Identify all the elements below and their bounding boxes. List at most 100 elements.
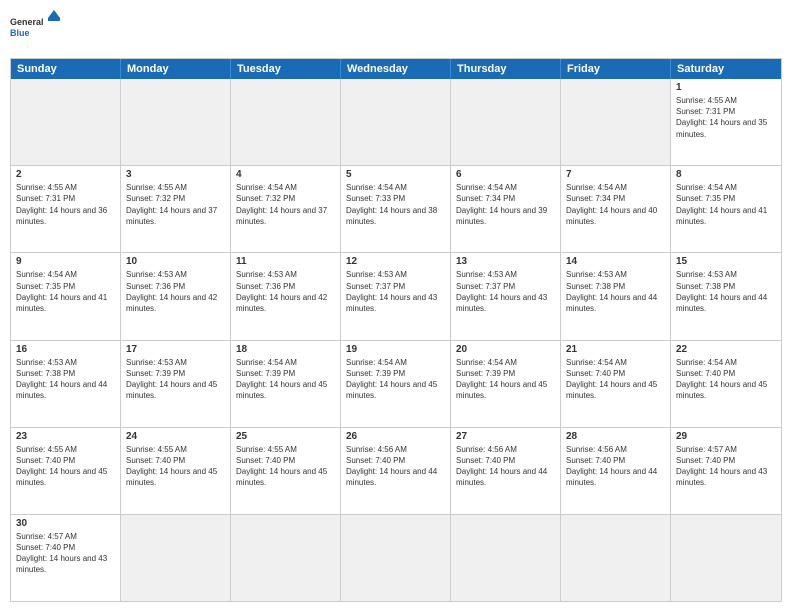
day-cell-15: 15Sunrise: 4:53 AMSunset: 7:38 PMDayligh… (671, 253, 781, 339)
day-info: Sunrise: 4:55 AMSunset: 7:31 PMDaylight:… (16, 182, 115, 227)
day-cell-empty (231, 515, 341, 601)
logo: General Blue (10, 10, 60, 50)
day-info: Sunrise: 4:53 AMSunset: 7:39 PMDaylight:… (126, 357, 225, 402)
svg-text:General: General (10, 17, 44, 27)
day-number: 25 (236, 431, 335, 442)
day-info: Sunrise: 4:54 AMSunset: 7:34 PMDaylight:… (456, 182, 555, 227)
day-info: Sunrise: 4:54 AMSunset: 7:40 PMDaylight:… (676, 357, 776, 402)
day-cell-8: 8 Sunrise: 4:54 AMSunset: 7:35 PMDaylight… (671, 166, 781, 252)
day-headers-row: SundayMondayTuesdayWednesdayThursdayFrid… (11, 59, 781, 79)
day-cell-29: 29Sunrise: 4:57 AMSunset: 7:40 PMDayligh… (671, 428, 781, 514)
day-info: Sunrise: 4:55 AMSunset: 7:31 PMDaylight:… (676, 95, 776, 140)
day-cell-26: 26 Sunrise: 4:56 AMSunset: 7:40 PMDayligh… (341, 428, 451, 514)
day-info: Sunrise: 4:57 AMSunset: 7:40 PMDaylight:… (16, 531, 115, 576)
day-cell-10: 10Sunrise: 4:53 AMSunset: 7:36 PMDayligh… (121, 253, 231, 339)
day-info: Sunrise: 4:54 AMSunset: 7:39 PMDaylight:… (456, 357, 555, 402)
day-number: 6 (456, 169, 555, 180)
day-number: 24 (126, 431, 225, 442)
day-cell-12: 12 Sunrise: 4:53 AMSunset: 7:37 PMDayligh… (341, 253, 451, 339)
day-cell-21: 21Sunrise: 4:54 AMSunset: 7:40 PMDayligh… (561, 341, 671, 427)
day-cell-6: 6 Sunrise: 4:54 AMSunset: 7:34 PMDaylight… (451, 166, 561, 252)
day-header-wednesday: Wednesday (341, 59, 451, 79)
day-info: Sunrise: 4:53 AMSunset: 7:36 PMDaylight:… (126, 269, 225, 314)
day-info: Sunrise: 4:53 AMSunset: 7:37 PMDaylight:… (346, 269, 445, 314)
week-row-4: 16 Sunrise: 4:53 AMSunset: 7:38 PMDayligh… (11, 341, 781, 428)
day-header-friday: Friday (561, 59, 671, 79)
day-info: Sunrise: 4:54 AMSunset: 7:35 PMDaylight:… (16, 269, 115, 314)
day-cell-empty (561, 515, 671, 601)
day-info: Sunrise: 4:54 AMSunset: 7:39 PMDaylight:… (236, 357, 335, 402)
day-cell-empty (451, 79, 561, 165)
day-info: Sunrise: 4:55 AMSunset: 7:40 PMDaylight:… (236, 444, 335, 489)
day-cell-4: 4Sunrise: 4:54 AMSunset: 7:32 PMDaylight… (231, 166, 341, 252)
day-number: 23 (16, 431, 115, 442)
day-cell-27: 27Sunrise: 4:56 AMSunset: 7:40 PMDayligh… (451, 428, 561, 514)
day-cell-empty (451, 515, 561, 601)
day-cell-22: 22Sunrise: 4:54 AMSunset: 7:40 PMDayligh… (671, 341, 781, 427)
week-row-3: 9Sunrise: 4:54 AMSunset: 7:35 PMDaylight… (11, 253, 781, 340)
day-info: Sunrise: 4:55 AMSunset: 7:40 PMDaylight:… (126, 444, 225, 489)
day-number: 28 (566, 431, 665, 442)
day-header-monday: Monday (121, 59, 231, 79)
day-info: Sunrise: 4:53 AMSunset: 7:38 PMDaylight:… (16, 357, 115, 402)
day-info: Sunrise: 4:56 AMSunset: 7:40 PMDaylight:… (566, 444, 665, 489)
day-cell-30: 30 Sunrise: 4:57 AMSunset: 7:40 PMDayligh… (11, 515, 121, 601)
day-cell-empty (121, 515, 231, 601)
day-info: Sunrise: 4:56 AMSunset: 7:40 PMDaylight:… (456, 444, 555, 489)
day-header-thursday: Thursday (451, 59, 561, 79)
day-info: Sunrise: 4:54 AMSunset: 7:34 PMDaylight:… (566, 182, 665, 227)
day-number: 11 (236, 256, 335, 267)
day-header-tuesday: Tuesday (231, 59, 341, 79)
day-info: Sunrise: 4:53 AMSunset: 7:38 PMDaylight:… (566, 269, 665, 314)
day-cell-20: 20 Sunrise: 4:54 AMSunset: 7:39 PMDayligh… (451, 341, 561, 427)
day-number: 7 (566, 169, 665, 180)
day-number: 15 (676, 256, 776, 267)
day-cell-16: 16 Sunrise: 4:53 AMSunset: 7:38 PMDayligh… (11, 341, 121, 427)
weeks-container: 1 Sunrise: 4:55 AMSunset: 7:31 PMDaylight… (11, 79, 781, 601)
day-info: Sunrise: 4:53 AMSunset: 7:36 PMDaylight:… (236, 269, 335, 314)
day-info: Sunrise: 4:56 AMSunset: 7:40 PMDaylight:… (346, 444, 445, 489)
day-cell-5: 5Sunrise: 4:54 AMSunset: 7:33 PMDaylight… (341, 166, 451, 252)
day-cell-23: 23Sunrise: 4:55 AMSunset: 7:40 PMDayligh… (11, 428, 121, 514)
generalblue-logo-icon: General Blue (10, 10, 60, 50)
day-cell-14: 14Sunrise: 4:53 AMSunset: 7:38 PMDayligh… (561, 253, 671, 339)
day-number: 3 (126, 169, 225, 180)
day-info: Sunrise: 4:54 AMSunset: 7:40 PMDaylight:… (566, 357, 665, 402)
day-cell-11: 11 Sunrise: 4:53 AMSunset: 7:36 PMDayligh… (231, 253, 341, 339)
day-number: 30 (16, 518, 115, 529)
week-row-1: 1 Sunrise: 4:55 AMSunset: 7:31 PMDaylight… (11, 79, 781, 166)
day-info: Sunrise: 4:54 AMSunset: 7:33 PMDaylight:… (346, 182, 445, 227)
day-info: Sunrise: 4:54 AMSunset: 7:35 PMDaylight:… (676, 182, 776, 227)
day-cell-25: 25 Sunrise: 4:55 AMSunset: 7:40 PMDayligh… (231, 428, 341, 514)
day-cell-18: 18 Sunrise: 4:54 AMSunset: 7:39 PMDayligh… (231, 341, 341, 427)
day-header-saturday: Saturday (671, 59, 781, 79)
day-number: 20 (456, 344, 555, 355)
day-number: 19 (346, 344, 445, 355)
day-number: 12 (346, 256, 445, 267)
day-number: 1 (676, 82, 776, 93)
day-info: Sunrise: 4:54 AMSunset: 7:39 PMDaylight:… (346, 357, 445, 402)
page: General Blue SundayMondayTuesdayWednesda… (0, 0, 792, 612)
day-number: 4 (236, 169, 335, 180)
day-cell-7: 7 Sunrise: 4:54 AMSunset: 7:34 PMDaylight… (561, 166, 671, 252)
day-number: 2 (16, 169, 115, 180)
header: General Blue (10, 10, 782, 50)
week-row-2: 2 Sunrise: 4:55 AMSunset: 7:31 PMDaylight… (11, 166, 781, 253)
day-cell-28: 28 Sunrise: 4:56 AMSunset: 7:40 PMDayligh… (561, 428, 671, 514)
day-cell-empty (121, 79, 231, 165)
day-number: 18 (236, 344, 335, 355)
day-cell-19: 19 Sunrise: 4:54 AMSunset: 7:39 PMDayligh… (341, 341, 451, 427)
day-cell-2: 2 Sunrise: 4:55 AMSunset: 7:31 PMDaylight… (11, 166, 121, 252)
day-info: Sunrise: 4:55 AMSunset: 7:32 PMDaylight:… (126, 182, 225, 227)
day-cell-24: 24 Sunrise: 4:55 AMSunset: 7:40 PMDayligh… (121, 428, 231, 514)
day-header-sunday: Sunday (11, 59, 121, 79)
calendar: SundayMondayTuesdayWednesdayThursdayFrid… (10, 58, 782, 602)
day-cell-empty (561, 79, 671, 165)
day-number: 16 (16, 344, 115, 355)
week-row-6: 30 Sunrise: 4:57 AMSunset: 7:40 PMDayligh… (11, 515, 781, 601)
day-cell-1: 1 Sunrise: 4:55 AMSunset: 7:31 PMDaylight… (671, 79, 781, 165)
day-number: 26 (346, 431, 445, 442)
day-cell-empty (231, 79, 341, 165)
day-number: 8 (676, 169, 776, 180)
day-cell-empty (341, 515, 451, 601)
